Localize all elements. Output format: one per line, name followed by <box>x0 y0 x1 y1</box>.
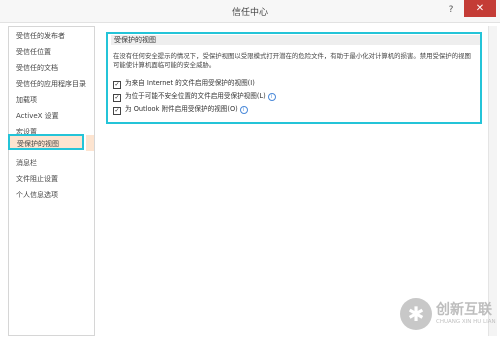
sidebar-item-file-block-settings[interactable]: 文件阻止设置 <box>9 171 94 187</box>
sidebar-item-protected-view[interactable]: 受保护的视图 <box>8 134 84 150</box>
content-pane: 受保护的视图 在没有任何安全提示的情况下，受保护视图以受限模式打开潜在的危险文件… <box>98 26 497 336</box>
section-description: 在没有任何安全提示的情况下，受保护视图以受限模式打开潜在的危险文件，有助于最小化… <box>113 52 471 69</box>
watermark: ✱ 创新互联 CHUANG XIN HU LIAN <box>400 296 498 332</box>
option-label: 为来自 Internet 的文件启用受保护的视图(I) <box>125 79 255 87</box>
checkbox-checked-icon[interactable]: ✓ <box>113 94 121 102</box>
sidebar-item-activex-settings[interactable]: ActiveX 设置 <box>9 108 94 124</box>
option-internet-files[interactable]: ✓ 为来自 Internet 的文件启用受保护的视图(I) <box>113 78 255 89</box>
checkbox-checked-icon[interactable]: ✓ <box>113 81 121 89</box>
vertical-scrollbar[interactable] <box>488 26 497 336</box>
window-title: 信任中心 <box>231 8 268 18</box>
option-outlook-attachments[interactable]: ✓ 为 Outlook 附件启用受保护的视图(O) i <box>113 104 248 115</box>
option-label: 为 Outlook 附件启用受保护的视图(O) <box>125 105 238 113</box>
sidebar-item-trusted-publishers[interactable]: 受信任的发布者 <box>9 28 94 44</box>
sidebar-item-privacy-options[interactable]: 个人信息选项 <box>9 187 94 203</box>
brand-logo-icon: ✱ <box>400 298 432 330</box>
info-icon: i <box>239 106 248 114</box>
section-heading: 受保护的视图 <box>111 35 480 45</box>
help-button[interactable]: ? <box>445 4 457 16</box>
checkbox-checked-icon[interactable]: ✓ <box>113 107 121 115</box>
option-unsafe-locations[interactable]: ✓ 为位于可能不安全位置的文件启用受保护视图(L) i <box>113 91 276 102</box>
close-button[interactable]: ✕ <box>464 0 496 17</box>
watermark-subtitle: CHUANG XIN HU LIAN <box>436 319 496 325</box>
sidebar: 受信任的发布者 受信任位置 受信任的文档 受信任的应用程序目录 加载项 Acti… <box>8 26 95 336</box>
sidebar-item-trusted-locations[interactable]: 受信任位置 <box>9 44 94 60</box>
protected-view-section: 受保护的视图 在没有任何安全提示的情况下，受保护视图以受限模式打开潜在的危险文件… <box>106 32 482 124</box>
title-bar: 信任中心 ? ✕ <box>0 0 500 23</box>
option-label: 为位于可能不安全位置的文件启用受保护视图(L) <box>125 92 266 100</box>
sidebar-item-trusted-documents[interactable]: 受信任的文档 <box>9 60 94 76</box>
watermark-brand: 创新互联 <box>436 302 492 318</box>
sidebar-item-trusted-app-catalogs[interactable]: 受信任的应用程序目录 <box>9 76 94 92</box>
info-icon: i <box>267 93 276 101</box>
sidebar-item-message-bar[interactable]: 消息栏 <box>9 155 94 171</box>
sidebar-item-addins[interactable]: 加载项 <box>9 92 94 108</box>
selected-item-highlight <box>86 135 94 151</box>
